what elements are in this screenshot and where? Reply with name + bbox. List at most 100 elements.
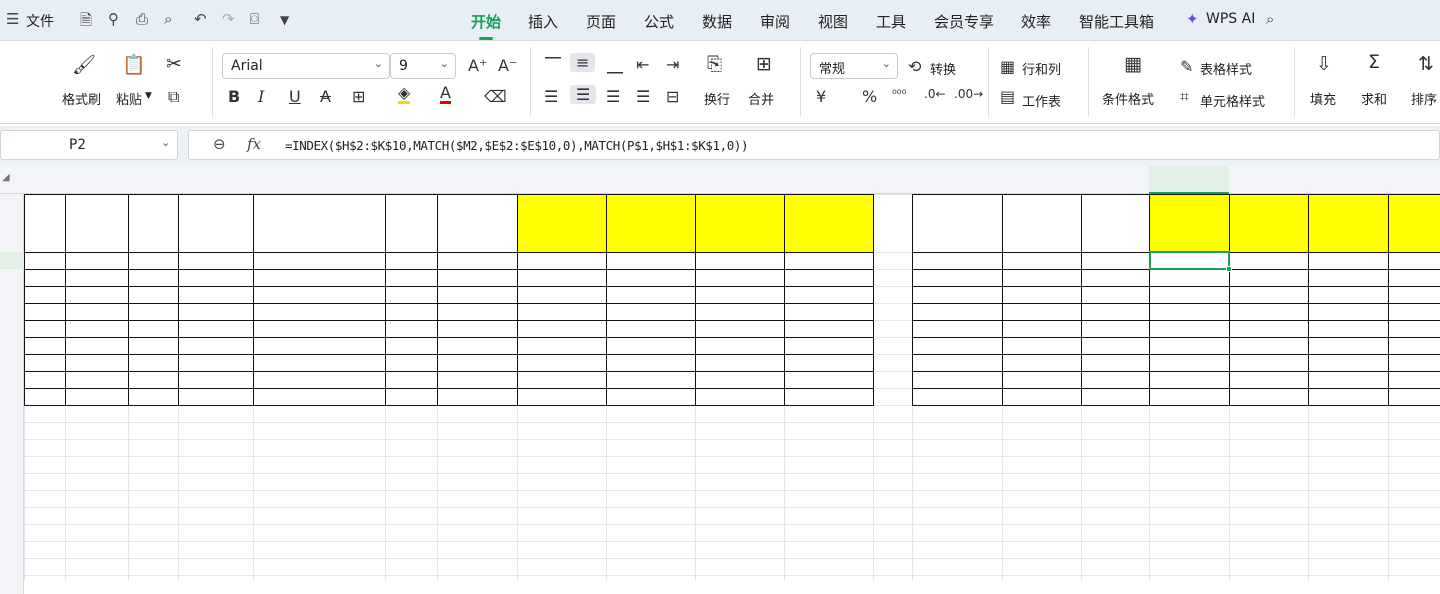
table-cell[interactable] bbox=[1388, 269, 1440, 286]
table-cell[interactable] bbox=[606, 388, 695, 405]
worksheet-icon[interactable]: ▤ bbox=[1000, 87, 1015, 106]
table-cell[interactable] bbox=[178, 320, 253, 337]
strikethrough-icon[interactable]: A bbox=[320, 87, 331, 106]
tab-4[interactable]: 数据 bbox=[702, 11, 732, 32]
table-cell[interactable] bbox=[65, 354, 128, 371]
rows-cols-icon[interactable]: ▦ bbox=[1000, 57, 1015, 76]
justify-icon[interactable]: ☰ bbox=[636, 87, 650, 106]
table-cell[interactable] bbox=[65, 269, 128, 286]
table-cell[interactable] bbox=[1002, 252, 1081, 269]
row-header-1[interactable] bbox=[0, 194, 24, 252]
header-cell-left[interactable] bbox=[65, 194, 128, 252]
table-cell[interactable] bbox=[178, 286, 253, 303]
undo-icon[interactable]: ↶ bbox=[194, 10, 207, 28]
table-cell[interactable] bbox=[24, 371, 65, 388]
row-header-3[interactable] bbox=[0, 269, 24, 286]
row-header-13[interactable] bbox=[0, 439, 24, 456]
header-cell-right[interactable] bbox=[912, 194, 1002, 252]
table-cell[interactable] bbox=[1388, 252, 1440, 269]
table-cell[interactable] bbox=[1388, 337, 1440, 354]
table-cell[interactable] bbox=[128, 252, 178, 269]
table-cell[interactable] bbox=[695, 388, 784, 405]
table-cell[interactable] bbox=[517, 354, 606, 371]
table-cell[interactable] bbox=[784, 320, 873, 337]
table-cell[interactable] bbox=[385, 286, 437, 303]
wps-ai-icon[interactable]: ✦ bbox=[1186, 10, 1199, 28]
table-cell[interactable] bbox=[784, 303, 873, 320]
table-cell[interactable] bbox=[178, 388, 253, 405]
table-cell[interactable] bbox=[1081, 354, 1149, 371]
currency-icon[interactable]: ¥ bbox=[816, 87, 826, 106]
table-cell[interactable] bbox=[1308, 286, 1388, 303]
table-cell[interactable] bbox=[1308, 269, 1388, 286]
font-name-select[interactable]: Arial ⌄ bbox=[222, 53, 390, 79]
header-cell-right[interactable] bbox=[1002, 194, 1081, 252]
table-cell[interactable] bbox=[253, 354, 385, 371]
table-cell[interactable] bbox=[1002, 371, 1081, 388]
tab-1[interactable]: 插入 bbox=[528, 11, 558, 32]
bold-icon[interactable]: B bbox=[228, 87, 240, 106]
table-style-button[interactable]: 表格样式 bbox=[1200, 59, 1252, 78]
table-cell[interactable] bbox=[784, 371, 873, 388]
table-cell[interactable] bbox=[784, 286, 873, 303]
tab-2[interactable]: 页面 bbox=[586, 11, 616, 32]
thousands-icon[interactable]: ⁰⁰⁰ bbox=[892, 87, 906, 101]
table-cell[interactable] bbox=[178, 371, 253, 388]
print-icon[interactable]: ⎙ bbox=[136, 10, 148, 28]
table-cell[interactable] bbox=[1081, 303, 1149, 320]
table-cell[interactable] bbox=[178, 303, 253, 320]
table-cell[interactable] bbox=[912, 303, 1002, 320]
table-cell[interactable] bbox=[1002, 354, 1081, 371]
format-painter-icon[interactable]: 🖌 bbox=[72, 53, 96, 76]
table-cell[interactable] bbox=[1388, 286, 1440, 303]
header-cell-left[interactable] bbox=[178, 194, 253, 252]
name-box[interactable]: P2 ⌄ bbox=[0, 130, 178, 160]
fill-color-icon[interactable]: ◈ bbox=[398, 85, 411, 104]
table-cell[interactable] bbox=[178, 252, 253, 269]
table-cell[interactable] bbox=[1081, 286, 1149, 303]
table-cell[interactable] bbox=[1229, 303, 1308, 320]
decrease-indent-icon[interactable]: ⇤ bbox=[636, 55, 649, 74]
table-cell[interactable] bbox=[253, 252, 385, 269]
merge-button[interactable]: 合并 bbox=[748, 89, 774, 108]
table-cell[interactable] bbox=[128, 388, 178, 405]
table-cell[interactable] bbox=[912, 354, 1002, 371]
table-cell[interactable] bbox=[1229, 371, 1308, 388]
tab-10[interactable]: 智能工具箱 bbox=[1079, 11, 1154, 32]
table-cell[interactable] bbox=[1081, 337, 1149, 354]
table-cell[interactable] bbox=[517, 371, 606, 388]
table-cell[interactable] bbox=[253, 303, 385, 320]
header-cell-left[interactable] bbox=[385, 194, 437, 252]
table-cell[interactable] bbox=[385, 388, 437, 405]
table-cell[interactable] bbox=[437, 337, 517, 354]
table-cell[interactable] bbox=[517, 252, 606, 269]
table-cell[interactable] bbox=[1388, 303, 1440, 320]
table-cell[interactable] bbox=[1229, 388, 1308, 405]
italic-icon[interactable]: I bbox=[258, 87, 264, 106]
save-icon[interactable]: 🗎 bbox=[80, 10, 92, 35]
copy-icon[interactable]: ⧉ bbox=[168, 87, 179, 107]
file-menu[interactable]: 文件 bbox=[26, 11, 54, 31]
clear-format-icon[interactable]: ⌫ bbox=[484, 87, 507, 106]
row-header-4[interactable] bbox=[0, 286, 24, 303]
search-icon[interactable]: ⌕ bbox=[1266, 10, 1274, 28]
tab-0[interactable]: 开始 bbox=[471, 11, 501, 40]
table-cell[interactable] bbox=[1388, 388, 1440, 405]
tab-8[interactable]: 会员专享 bbox=[934, 11, 994, 32]
table-cell[interactable] bbox=[1308, 320, 1388, 337]
wps-ai-button[interactable]: WPS AI bbox=[1206, 11, 1255, 27]
table-cell[interactable] bbox=[784, 388, 873, 405]
table-cell[interactable] bbox=[606, 337, 695, 354]
sum-button[interactable]: 求和 bbox=[1361, 89, 1387, 108]
row-header-9[interactable] bbox=[0, 371, 24, 388]
cell-style-button[interactable]: 单元格样式 bbox=[1200, 91, 1265, 110]
table-cell[interactable] bbox=[128, 320, 178, 337]
wrap-text-button[interactable]: 换行 bbox=[704, 89, 730, 108]
table-cell[interactable] bbox=[128, 269, 178, 286]
paste-icon[interactable]: 📋 bbox=[122, 53, 146, 76]
tab-5[interactable]: 审阅 bbox=[760, 11, 790, 32]
header-cell-left[interactable] bbox=[695, 194, 784, 252]
decrease-decimal-icon[interactable]: .00→ bbox=[954, 87, 983, 101]
table-cell[interactable] bbox=[1229, 337, 1308, 354]
align-right-icon[interactable]: ☰ bbox=[606, 87, 620, 106]
